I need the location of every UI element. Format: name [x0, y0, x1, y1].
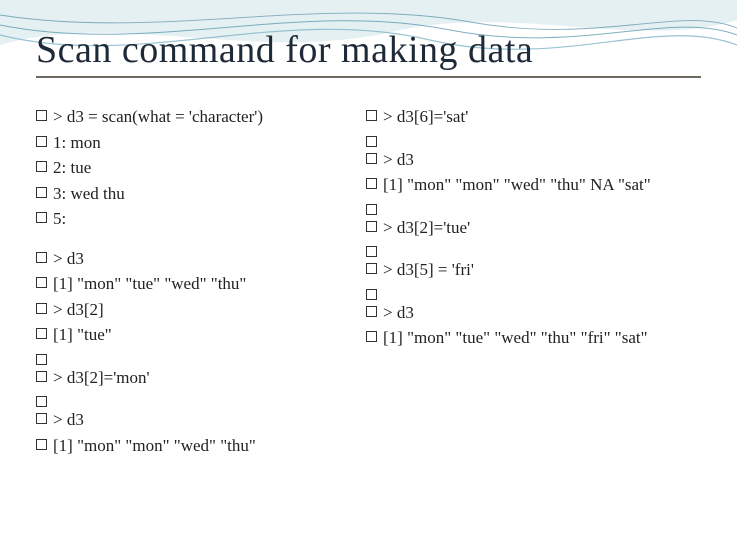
line-text: > d3[6]='sat': [383, 104, 696, 130]
right-column: > d3[6]='sat' > d3[1] "mon" "mon" "wed" …: [366, 104, 696, 458]
square-bullet-icon: [36, 396, 47, 407]
bullet-line: [366, 240, 696, 257]
square-bullet-icon: [36, 328, 47, 339]
bullet-line: [1] "mon" "mon" "wed" "thu" NA "sat": [366, 172, 696, 198]
square-bullet-icon: [36, 439, 47, 450]
square-bullet-icon: [366, 204, 377, 215]
square-bullet-icon: [366, 289, 377, 300]
square-bullet-icon: [36, 413, 47, 424]
line-text: > d3: [383, 300, 696, 326]
bullet-line: [366, 130, 696, 147]
bullet-line: 3: wed thu: [36, 181, 336, 207]
line-text: > d3: [53, 246, 336, 272]
bullet-line: [366, 198, 696, 215]
slide-title: Scan command for making data: [36, 28, 701, 72]
square-bullet-icon: [36, 371, 47, 382]
square-bullet-icon: [36, 303, 47, 314]
title-underline: [36, 76, 701, 78]
square-bullet-icon: [36, 252, 47, 263]
line-text: 1: mon: [53, 130, 336, 156]
bullet-line: [36, 348, 336, 365]
line-text: 5:: [53, 206, 336, 232]
line-text: [1] "mon" "tue" "wed" "thu" "fri" "sat": [383, 325, 696, 351]
square-bullet-icon: [366, 178, 377, 189]
square-bullet-icon: [36, 354, 47, 365]
square-bullet-icon: [366, 153, 377, 164]
bullet-line: [1] "mon" "mon" "wed" "thu": [36, 433, 336, 459]
square-bullet-icon: [36, 212, 47, 223]
square-bullet-icon: [366, 110, 377, 121]
bullet-line: > d3[2]: [36, 297, 336, 323]
line-text: > d3: [53, 407, 336, 433]
line-text: [1] "mon" "mon" "wed" "thu": [53, 433, 336, 459]
square-bullet-icon: [366, 246, 377, 257]
bullet-line: > d3[2]='tue': [366, 215, 696, 241]
line-text: [1] "mon" "mon" "wed" "thu" NA "sat": [383, 172, 696, 198]
square-bullet-icon: [36, 161, 47, 172]
bullet-line: > d3[5] = 'fri': [366, 257, 696, 283]
bullet-line: [1] "tue": [36, 322, 336, 348]
bullet-line: > d3: [366, 300, 696, 326]
bullet-line: > d3 = scan(what = 'character'): [36, 104, 336, 130]
left-column: > d3 = scan(what = 'character')1: mon2: …: [36, 104, 336, 458]
square-bullet-icon: [366, 136, 377, 147]
slide-content: Scan command for making data > d3 = scan…: [0, 0, 737, 478]
square-bullet-icon: [36, 277, 47, 288]
bullet-line: > d3[2]='mon': [36, 365, 336, 391]
square-bullet-icon: [36, 110, 47, 121]
line-text: > d3[2]='mon': [53, 365, 336, 391]
bullet-line: [1] "mon" "tue" "wed" "thu" "fri" "sat": [366, 325, 696, 351]
line-text: > d3[2]='tue': [383, 215, 696, 241]
square-bullet-icon: [366, 331, 377, 342]
square-bullet-icon: [36, 136, 47, 147]
bullet-line: [36, 390, 336, 407]
line-text: > d3 = scan(what = 'character'): [53, 104, 336, 130]
line-text: [1] "mon" "tue" "wed" "thu": [53, 271, 336, 297]
bullet-line: 2: tue: [36, 155, 336, 181]
line-text: 2: tue: [53, 155, 336, 181]
blank-gap: [36, 232, 336, 246]
square-bullet-icon: [366, 263, 377, 274]
square-bullet-icon: [366, 221, 377, 232]
bullet-line: 1: mon: [36, 130, 336, 156]
line-text: 3: wed thu: [53, 181, 336, 207]
square-bullet-icon: [366, 306, 377, 317]
bullet-line: [366, 283, 696, 300]
bullet-line: 5:: [36, 206, 336, 232]
bullet-line: [1] "mon" "tue" "wed" "thu": [36, 271, 336, 297]
line-text: > d3[2]: [53, 297, 336, 323]
bullet-line: > d3: [36, 246, 336, 272]
bullet-line: > d3: [366, 147, 696, 173]
two-column-layout: > d3 = scan(what = 'character')1: mon2: …: [36, 104, 701, 458]
bullet-line: > d3[6]='sat': [366, 104, 696, 130]
line-text: > d3: [383, 147, 696, 173]
square-bullet-icon: [36, 187, 47, 198]
bullet-line: > d3: [36, 407, 336, 433]
line-text: [1] "tue": [53, 322, 336, 348]
line-text: > d3[5] = 'fri': [383, 257, 696, 283]
